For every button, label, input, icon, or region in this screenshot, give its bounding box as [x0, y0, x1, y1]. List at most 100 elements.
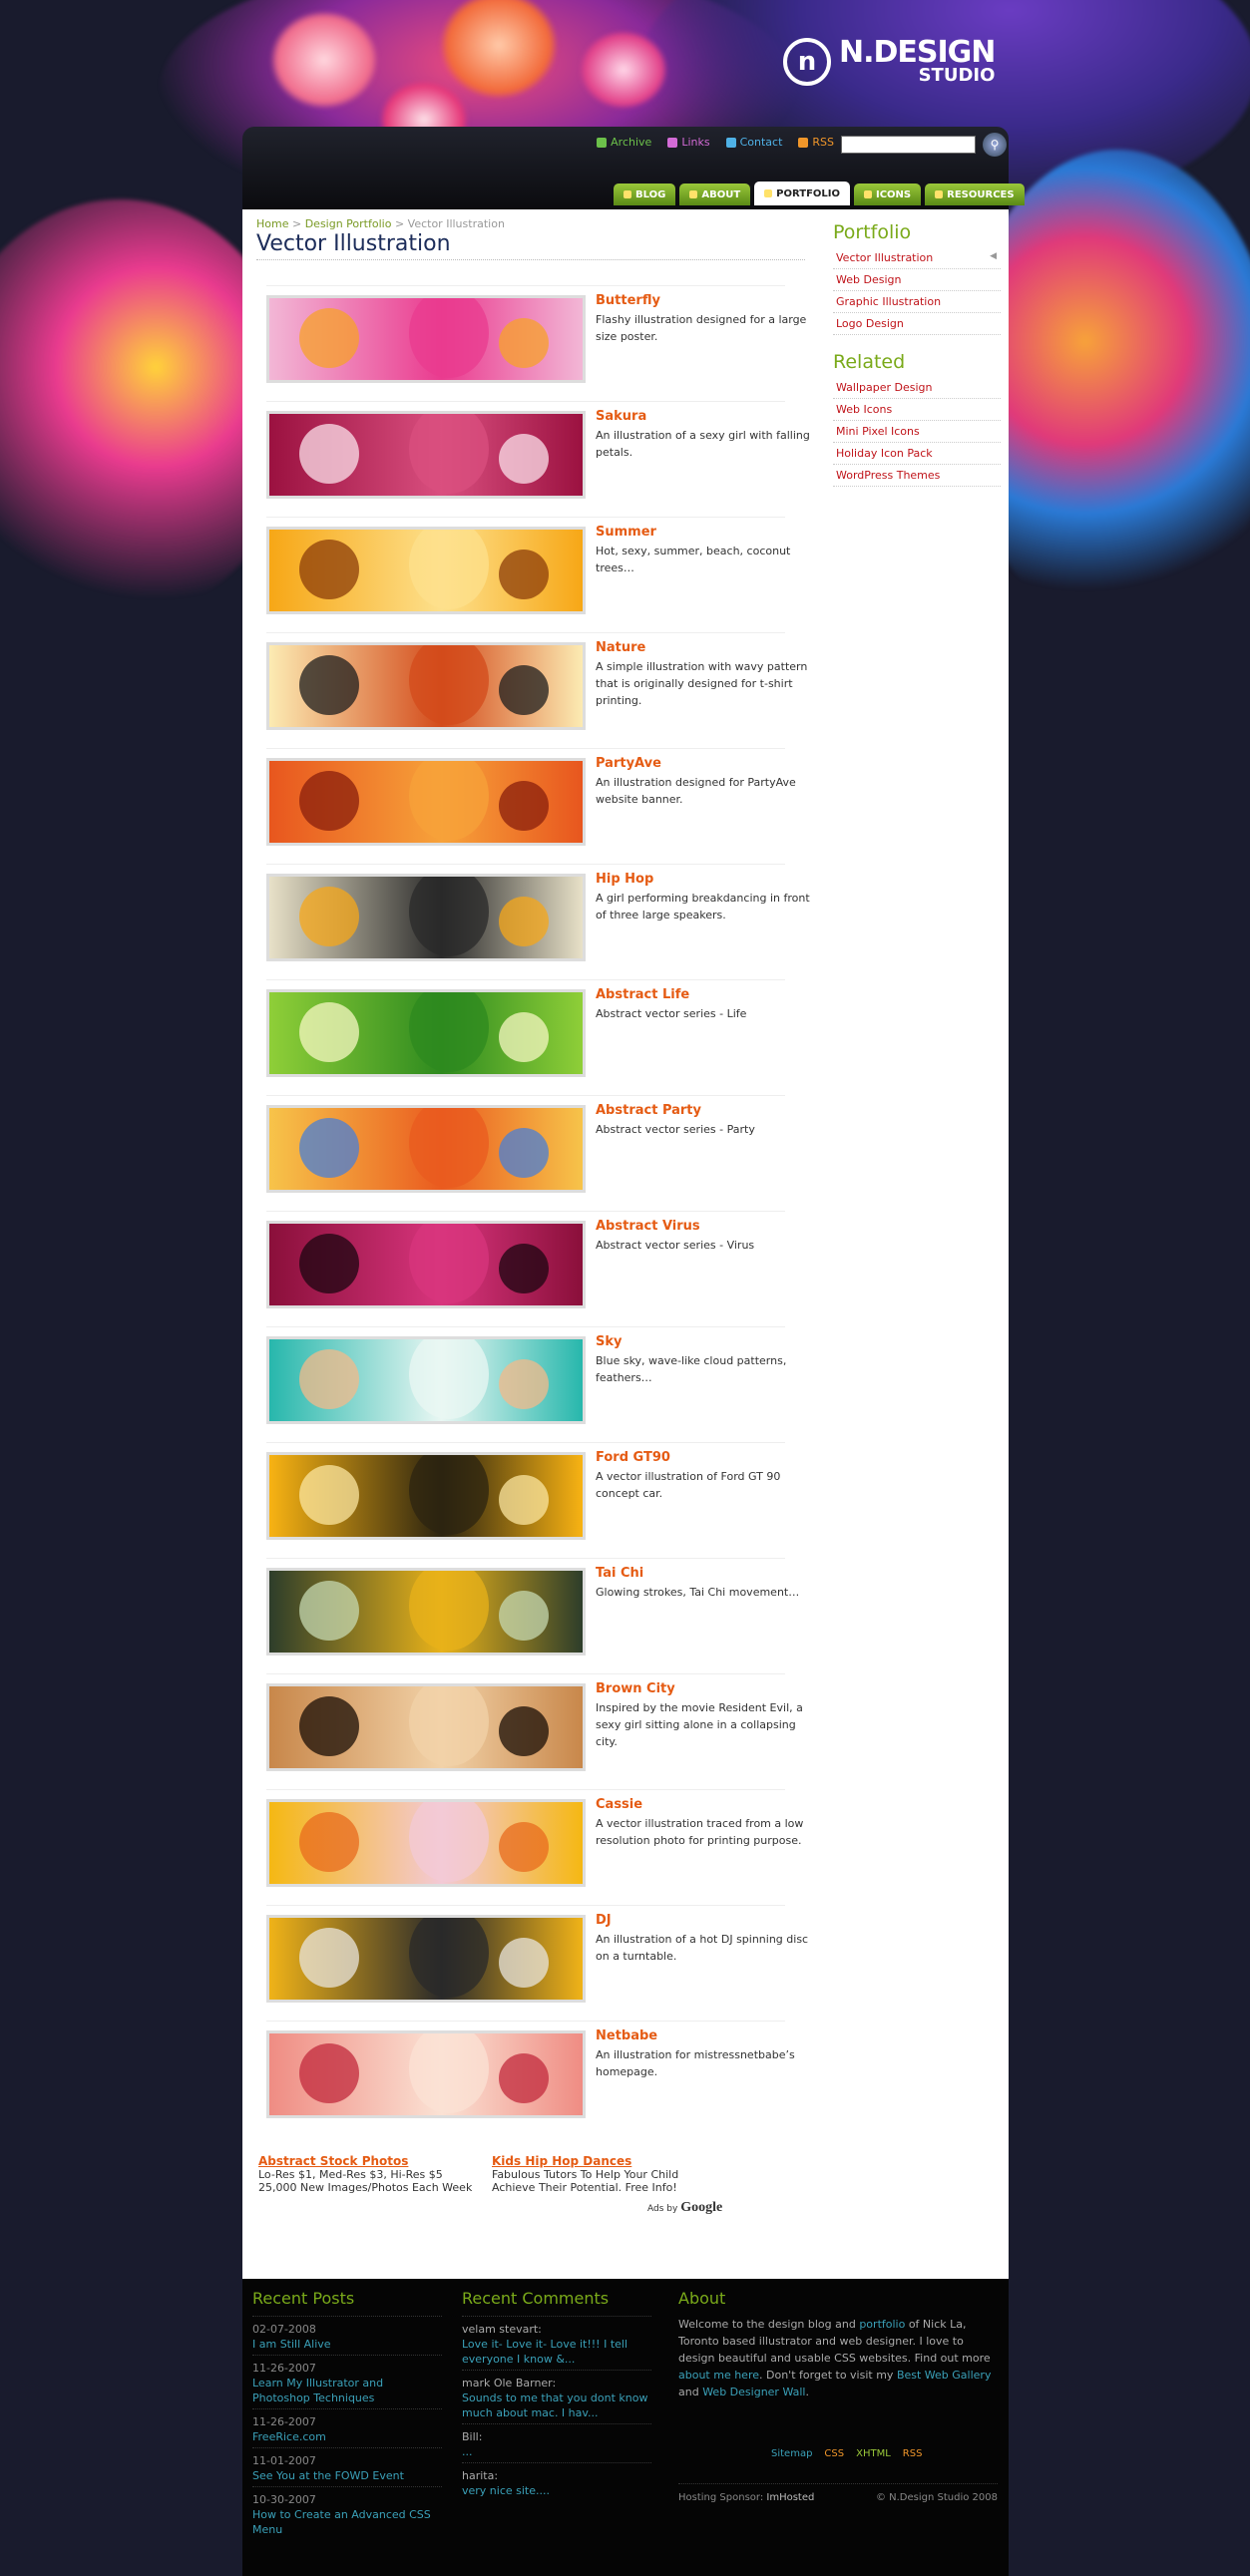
- comment-link[interactable]: Love it- Love it- Love it!!! I tell ever…: [462, 2337, 651, 2367]
- badge-xhtml[interactable]: XHTML: [856, 2448, 891, 2459]
- sidebar-item-vector-illustration[interactable]: Vector Illustration ◀: [833, 247, 1001, 269]
- sidebar-item-web-icons[interactable]: Web Icons: [833, 399, 1001, 421]
- thumbnail-image[interactable]: [266, 874, 586, 961]
- tab-resources[interactable]: RESOURCES: [925, 184, 1025, 205]
- sidebar-item-web-design[interactable]: Web Design: [833, 269, 1001, 291]
- best-web-gallery-link[interactable]: Best Web Gallery: [897, 2369, 992, 2382]
- thumbnail-image[interactable]: [266, 1915, 586, 2003]
- hosting-sponsor-link[interactable]: ImHosted: [766, 2492, 814, 2503]
- top-links: Archive Links Contact RSS: [597, 136, 834, 149]
- item-title-link[interactable]: Cassie: [596, 1797, 642, 1812]
- thumbnail-image[interactable]: [266, 1105, 586, 1193]
- item-divider: [266, 1673, 785, 1674]
- hosting-label: Hosting Sponsor:: [678, 2492, 764, 2503]
- toplink-contact[interactable]: Contact: [725, 136, 782, 149]
- tab-blog[interactable]: BLOG: [614, 184, 676, 205]
- thumbnail-image[interactable]: [266, 411, 586, 499]
- thumbnail-image[interactable]: [266, 642, 586, 730]
- tab-label: PORTFOLIO: [776, 187, 840, 199]
- tab-label: ICONS: [876, 188, 912, 200]
- ads-by-google[interactable]: Ads by Google: [647, 2200, 722, 2216]
- sidebar-item-mini-pixel-icons[interactable]: Mini Pixel Icons: [833, 421, 1001, 443]
- ad-item[interactable]: Kids Hip Hop Dances Fabulous Tutors To H…: [492, 2154, 721, 2194]
- thumbnail-image[interactable]: [266, 758, 586, 846]
- tab-icon: [624, 190, 631, 198]
- comment-link[interactable]: very nice site....: [462, 2483, 651, 2498]
- thumbnail-image[interactable]: [266, 2030, 586, 2118]
- toplink-archive[interactable]: Archive: [597, 136, 651, 149]
- comment-link[interactable]: Sounds to me that you dont know much abo…: [462, 2391, 651, 2420]
- sidebar-item-holiday-icon-pack[interactable]: Holiday Icon Pack: [833, 443, 1001, 465]
- rss-icon: [798, 137, 809, 148]
- post-link[interactable]: I am Still Alive: [252, 2338, 331, 2351]
- about-text-part: . Don't forget to visit my: [759, 2369, 897, 2382]
- thumbnail-image[interactable]: [266, 1452, 586, 1540]
- badge-sitemap[interactable]: Sitemap: [771, 2448, 812, 2459]
- post-link[interactable]: See You at the FOWD Event: [252, 2469, 404, 2482]
- tab-label: BLOG: [635, 188, 666, 200]
- badge-css[interactable]: CSS: [824, 2448, 844, 2459]
- thumbnail-image[interactable]: [266, 1799, 586, 1887]
- comment-link[interactable]: ...: [462, 2444, 651, 2459]
- item-title-link[interactable]: Tai Chi: [596, 1566, 643, 1581]
- sidebar-item-wordpress-themes[interactable]: WordPress Themes: [833, 465, 1001, 487]
- item-title-link[interactable]: Nature: [596, 640, 645, 655]
- recent-comment: velam stevart: Love it- Love it- Love it!…: [462, 2316, 651, 2370]
- breadcrumb-section[interactable]: Design Portfolio: [305, 217, 392, 230]
- portfolio-links: Vector Illustration ◀ Web Design Graphic Il…: [833, 247, 1001, 335]
- badge-rss[interactable]: RSS: [903, 2448, 923, 2459]
- sidebar-item-logo-design[interactable]: Logo Design: [833, 313, 1001, 335]
- ad-title[interactable]: Abstract Stock Photos: [258, 2154, 488, 2168]
- sidebar-item-label: Vector Illustration: [836, 251, 934, 264]
- item-divider: [266, 1211, 785, 1212]
- thumbnail-image[interactable]: [266, 295, 586, 383]
- search-input[interactable]: [841, 136, 976, 154]
- item-title-link[interactable]: Sakura: [596, 409, 646, 424]
- item-title-link[interactable]: Brown City: [596, 1681, 675, 1696]
- thumbnail-shape: [499, 1244, 549, 1293]
- item-divider: [266, 2021, 785, 2022]
- search-button[interactable]: ⚲: [983, 133, 1007, 157]
- web-designer-wall-link[interactable]: Web Designer Wall: [702, 2386, 805, 2398]
- item-divider: [266, 1789, 785, 1790]
- title-divider: [256, 259, 805, 260]
- about-me-link[interactable]: about me here: [678, 2369, 759, 2382]
- tab-about[interactable]: ABOUT: [679, 184, 751, 205]
- post-link[interactable]: Learn My Illustrator and Photoshop Techn…: [252, 2377, 383, 2404]
- item-title-link[interactable]: PartyAve: [596, 756, 661, 771]
- item-title-link[interactable]: Abstract Party: [596, 1103, 701, 1118]
- sidebar-item-wallpaper-design[interactable]: Wallpaper Design: [833, 377, 1001, 399]
- ad-item[interactable]: Abstract Stock Photos Lo-Res $1, Med-Res…: [258, 2154, 488, 2194]
- portfolio-link[interactable]: portfolio: [859, 2318, 905, 2331]
- site-logo[interactable]: n N.DESIGN STUDIO: [783, 38, 996, 86]
- item-title-link[interactable]: Abstract Life: [596, 987, 689, 1002]
- sidebar-item-label: WordPress Themes: [836, 469, 941, 482]
- item-title-link[interactable]: Sky: [596, 1334, 622, 1349]
- archive-icon: [597, 137, 608, 148]
- item-title-link[interactable]: DJ: [596, 1913, 612, 1928]
- portfolio-item: Summer Hot, sexy, summer, beach, coconut …: [266, 517, 790, 632]
- tab-icons[interactable]: ICONS: [854, 184, 922, 205]
- post-link[interactable]: FreeRice.com: [252, 2430, 326, 2443]
- thumbnail-shape: [409, 877, 489, 956]
- item-title-link[interactable]: Netbabe: [596, 2028, 657, 2043]
- breadcrumb-home[interactable]: Home: [256, 217, 288, 230]
- sidebar: Portfolio Vector Illustration ◀ Web Design…: [833, 221, 1001, 487]
- thumbnail-image[interactable]: [266, 989, 586, 1077]
- thumbnail-image[interactable]: [266, 1683, 586, 1771]
- thumbnail-image[interactable]: [266, 1336, 586, 1424]
- item-title-link[interactable]: Butterfly: [596, 293, 660, 308]
- item-title-link[interactable]: Abstract Virus: [596, 1219, 700, 1234]
- item-title-link[interactable]: Ford GT90: [596, 1450, 670, 1465]
- thumbnail-image[interactable]: [266, 1221, 586, 1308]
- thumbnail-image[interactable]: [266, 527, 586, 614]
- item-title-link[interactable]: Hip Hop: [596, 872, 653, 887]
- thumbnail-image[interactable]: [266, 1568, 586, 1656]
- tab-portfolio[interactable]: PORTFOLIO: [754, 182, 850, 205]
- sidebar-item-graphic-illustration[interactable]: Graphic Illustration: [833, 291, 1001, 313]
- toplink-rss[interactable]: RSS: [798, 136, 834, 149]
- ad-title[interactable]: Kids Hip Hop Dances: [492, 2154, 721, 2168]
- toplink-links[interactable]: Links: [667, 136, 710, 149]
- item-title-link[interactable]: Summer: [596, 525, 656, 540]
- post-link[interactable]: How to Create an Advanced CSS Menu: [252, 2508, 431, 2536]
